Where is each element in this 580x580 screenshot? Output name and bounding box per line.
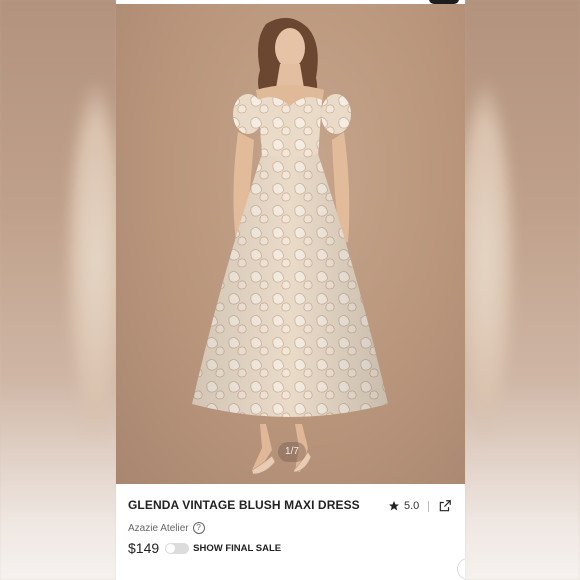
star-icon bbox=[389, 501, 399, 511]
product-card: 1/7 GLENDA VINTAGE BLUSH MAXI DRESS 5.0 … bbox=[116, 0, 465, 580]
rating-value: 5.0 bbox=[404, 500, 420, 512]
model-illustration bbox=[192, 17, 388, 475]
image-counter: 1/7 bbox=[278, 442, 306, 462]
final-sale-label[interactable]: SHOW FINAL SALE bbox=[193, 543, 281, 554]
product-photo[interactable]: 1/7 bbox=[116, 4, 465, 484]
share-external-icon[interactable] bbox=[438, 499, 452, 513]
blurred-backdrop-right bbox=[455, 0, 580, 580]
rating-group: 5.0 bbox=[388, 498, 452, 514]
final-sale-toggle[interactable] bbox=[165, 542, 190, 554]
brand-row: Azazie Atelier ? bbox=[128, 522, 205, 534]
product-title: GLENDA VINTAGE BLUSH MAXI DRESS bbox=[128, 498, 360, 512]
product-info: GLENDA VINTAGE BLUSH MAXI DRESS 5.0 Azaz… bbox=[116, 484, 465, 580]
price-row: $149 SHOW FINAL SALE bbox=[128, 540, 281, 556]
rating-divider bbox=[428, 500, 430, 512]
brand-name[interactable]: Azazie Atelier bbox=[128, 523, 189, 534]
blurred-backdrop-left bbox=[0, 0, 126, 580]
product-price: $149 bbox=[128, 540, 160, 556]
help-circle-icon[interactable]: ? bbox=[192, 522, 205, 534]
